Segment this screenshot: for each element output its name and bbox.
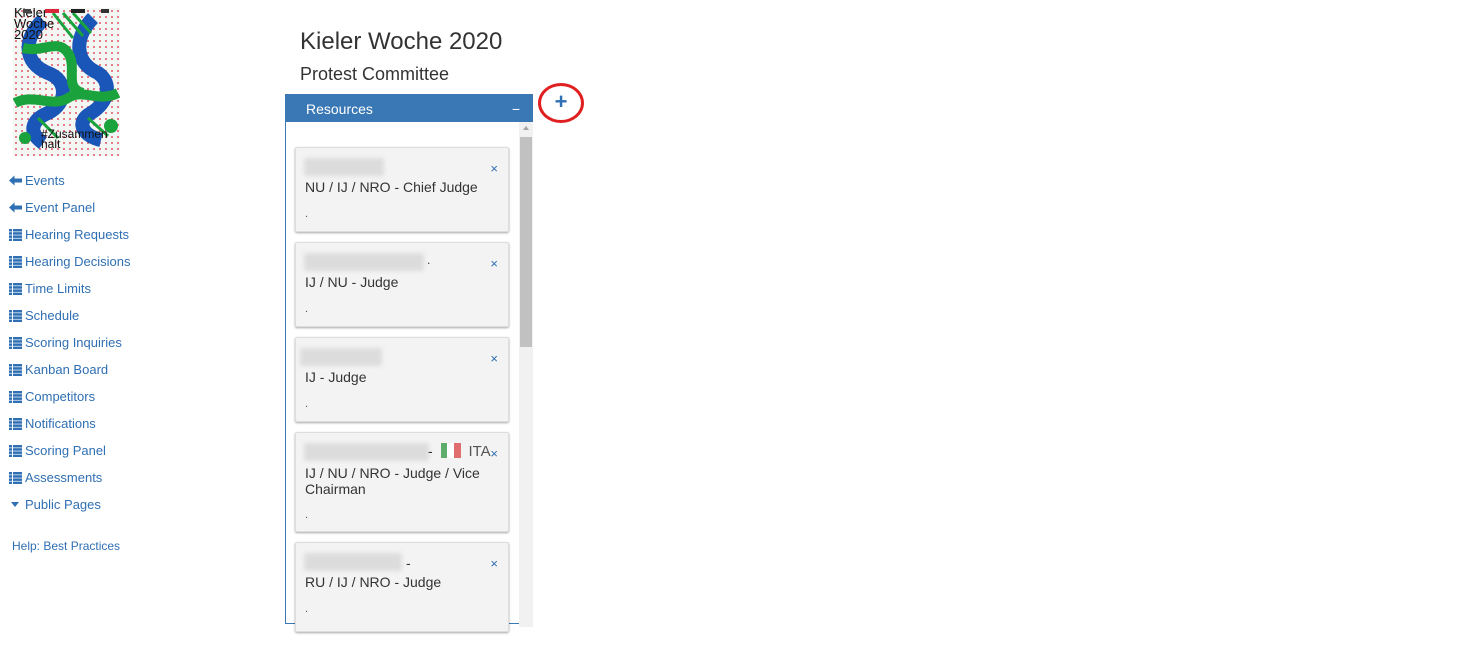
redacted-name [304,158,384,176]
sidebar-item-label: Notifications [25,416,96,431]
sidebar-item-hearing-decisions[interactable]: Hearing Decisions [8,248,131,275]
sidebar-item-label: Competitors [25,389,96,404]
country-code: ITA [468,443,491,460]
sidebar-item-label: Hearing Decisions [25,254,131,269]
plus-icon: + [554,89,568,114]
panel-header: Resources − [286,95,532,122]
sidebar-item-label: Scoring Panel [25,443,106,458]
list-icon [8,336,22,350]
list-icon [8,390,22,404]
resource-role: IJ - Judge [305,369,367,385]
logo-tagline: #Zusammen halt [41,127,108,151]
sidebar-item-assessments[interactable]: Assessments [8,464,131,491]
scroll-up-arrow-icon[interactable] [523,126,529,130]
sidebar-item-label: Time Limits [25,281,91,296]
resource-note: . [305,603,309,615]
sidebar-item-label: Scoring Inquiries [25,335,122,350]
sidebar-item-time-limits[interactable]: Time Limits [8,275,131,302]
sidebar-item-schedule[interactable]: Schedule [8,302,131,329]
remove-resource-button[interactable]: × [490,446,498,461]
list-icon [8,309,22,323]
panel-body: × NU / IJ / NRO - Chief Judge . . × IJ /… [286,122,533,650]
resource-note: . [305,208,309,220]
name-separator: - [428,443,433,459]
resource-note: . [305,509,309,521]
sidebar-item-scoring-inquiries[interactable]: Scoring Inquiries [8,329,131,356]
event-logo: Kieler Woche 2020 #Zusammen halt [13,8,120,156]
list-icon [8,417,22,431]
remove-resource-button[interactable]: × [490,351,498,366]
panel-title: Resources [306,100,373,117]
sidebar-item-public-pages[interactable]: Public Pages [8,491,131,518]
sidebar-item-competitors[interactable]: Competitors [8,383,131,410]
name-suffix: . [427,253,431,267]
italy-flag-icon [440,443,461,458]
remove-resource-button[interactable]: × [490,256,498,271]
list-icon [8,255,22,269]
resources-panel: Resources − × NU / IJ / NRO - Chief Judg… [285,94,533,632]
resource-note: . [305,398,309,410]
list-icon [8,471,22,485]
name-suffix: - ITA [428,443,491,460]
arrow-left-icon [8,174,22,188]
resource-role: IJ / NU / NRO - Judge / Vice Chairman [305,465,480,497]
resource-role: IJ / NU - Judge [305,274,399,290]
scrollbar-thumb[interactable] [520,137,532,347]
list-icon [8,282,22,296]
caret-down-icon [8,498,22,512]
name-suffix: - [406,555,411,571]
sidebar-item-label: Hearing Requests [25,227,130,242]
list-icon [8,444,22,458]
list-icon [8,228,22,242]
sidebar-item-event-panel[interactable]: Event Panel [8,194,131,221]
resource-note: . [305,303,309,315]
remove-resource-button[interactable]: × [490,161,498,176]
redacted-name [304,443,429,461]
redacted-name [304,553,402,571]
resource-card: - ITA × IJ / NU / NRO - Judge / Vice Cha… [295,432,509,532]
sponsor-logos-icon [23,9,109,13]
sidebar-item-hearing-requests[interactable]: Hearing Requests [8,221,131,248]
collapse-button[interactable]: − [512,101,520,117]
sidebar-item-label: Assessments [25,470,103,485]
scrollbar[interactable] [519,122,533,627]
resource-role: RU / IJ / NRO - Judge [305,574,442,590]
page-title: Kieler Woche 2020 [300,28,503,55]
redacted-name [304,253,424,271]
sidebar-item-label: Kanban Board [25,362,109,377]
arrow-left-icon [8,201,22,215]
resource-card: - × RU / IJ / NRO - Judge . [295,542,509,632]
list-icon [8,363,22,377]
sidebar-item-events[interactable]: Events [8,167,131,194]
redacted-name [300,348,382,366]
sidebar-item-label: Schedule [25,308,80,323]
page-subtitle: Protest Committee [300,64,450,84]
sidebar-item-scoring-panel[interactable]: Scoring Panel [8,437,131,464]
sidebar-item-label: Event Panel [25,200,96,215]
add-resource-button[interactable]: + [538,83,584,123]
sidebar-item-label: Public Pages [25,497,101,512]
sidebar-item-notifications[interactable]: Notifications [8,410,131,437]
sidebar-item-label: Events [25,173,65,188]
resource-card: × IJ - Judge . [295,337,509,422]
resource-card: × NU / IJ / NRO - Chief Judge . [295,147,509,232]
help-best-practices-link[interactable]: Help: Best Practices [12,539,120,553]
sidebar-item-kanban-board[interactable]: Kanban Board [8,356,131,383]
sidebar-nav: Events Event Panel Hearing Requests Hear… [8,167,131,518]
resource-role: NU / IJ / NRO - Chief Judge [305,179,478,195]
remove-resource-button[interactable]: × [490,556,498,571]
resource-card: . × IJ / NU - Judge . [295,242,509,327]
